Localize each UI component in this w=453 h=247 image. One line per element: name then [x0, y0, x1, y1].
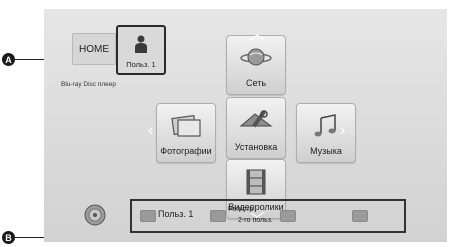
- color-button-2-label-line2: 2-го польз.: [238, 217, 273, 224]
- callout-b: B: [2, 231, 15, 244]
- color-button-3[interactable]: [280, 210, 296, 222]
- color-button-bar: Польз. 1 Регистр. 2-го польз.: [130, 199, 406, 233]
- network-label: Сеть: [245, 78, 267, 88]
- home-button[interactable]: HOME: [72, 33, 116, 65]
- left-arrow-icon: ‹: [148, 122, 154, 139]
- color-button-2-label-line1: Регистр.: [228, 206, 256, 213]
- user-label: Польз. 1: [126, 60, 156, 69]
- home-screen: HOME Польз. 1 Blu-ray Disc плеер Сеть ︿ …: [44, 9, 447, 242]
- user-tile[interactable]: Польз. 1: [116, 25, 166, 75]
- setup-label: Установка: [234, 142, 278, 152]
- right-arrow-icon: ›: [340, 122, 346, 139]
- photos-label: Фотографии: [160, 146, 212, 156]
- music-tile[interactable]: Музыка: [296, 103, 356, 163]
- photos-icon: [171, 114, 201, 137]
- setup-tile[interactable]: Установка: [226, 97, 286, 159]
- up-arrow-icon: ︿: [249, 26, 266, 43]
- network-tile[interactable]: Сеть: [226, 35, 286, 95]
- film-icon: [246, 169, 266, 195]
- music-label: Музыка: [310, 146, 342, 156]
- color-button-4[interactable]: [352, 210, 368, 222]
- setup-icon: [239, 110, 273, 128]
- color-button-2[interactable]: [210, 210, 226, 222]
- disc-icon[interactable]: [84, 204, 106, 226]
- photos-tile[interactable]: Фотографии: [156, 103, 216, 163]
- globe-icon: [240, 48, 272, 66]
- color-button-1[interactable]: [140, 210, 156, 222]
- color-button-1-label: Польз. 1: [158, 209, 194, 219]
- device-name: Blu-ray Disc плеер: [61, 81, 116, 88]
- person-icon: [135, 35, 147, 53]
- callout-a: A: [2, 53, 15, 66]
